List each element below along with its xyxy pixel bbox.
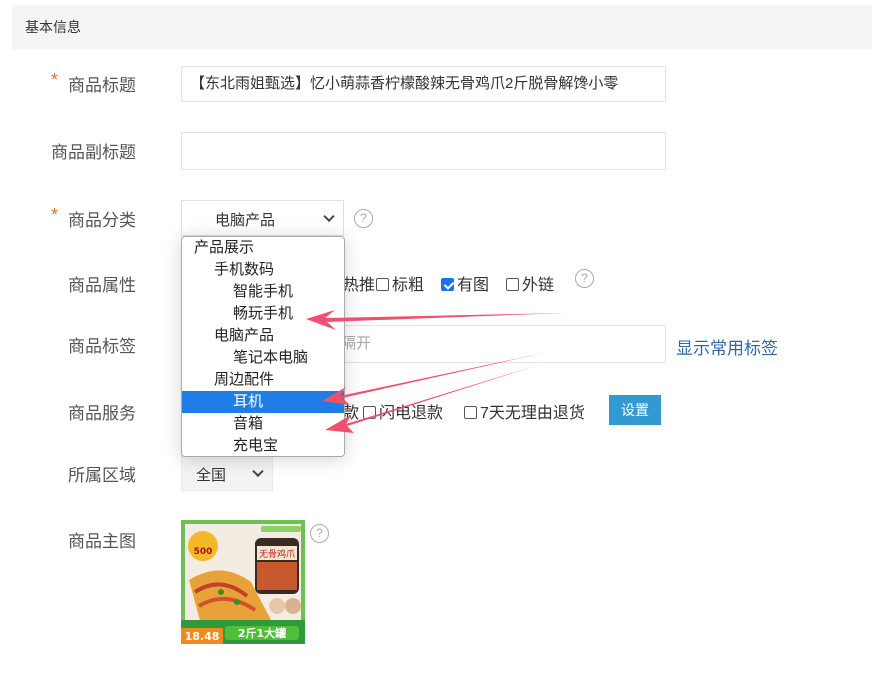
help-icon[interactable]: ? xyxy=(575,269,594,288)
dropdown-item-power-bank[interactable]: 充电宝 xyxy=(182,435,344,456)
dropdown-item-fun-phone[interactable]: 畅玩手机 xyxy=(182,303,344,325)
region-select[interactable]: 全国 xyxy=(181,455,273,491)
dropdown-item-product-showcase[interactable]: 产品展示 xyxy=(182,237,344,259)
dropdown-item-accessories[interactable]: 周边配件 xyxy=(182,369,344,391)
tags-label: 商品标签 xyxy=(68,337,136,356)
product-title-value: 【东北雨姐甄选】忆小萌蒜香柠檬酸辣无骨鸡爪2斤脱骨解馋小零 xyxy=(190,75,619,92)
service-flash-refund-text: 闪电退款 xyxy=(379,405,444,422)
dropdown-item-speaker[interactable]: 音箱 xyxy=(182,413,344,435)
checkbox-flash-refund[interactable] xyxy=(363,406,376,419)
category-select[interactable]: 电脑产品 xyxy=(181,200,344,236)
dropdown-item-smartphone[interactable]: 智能手机 xyxy=(182,281,344,303)
chevron-down-icon xyxy=(252,465,264,478)
product-subtitle-input[interactable] xyxy=(181,132,666,170)
service-7day-return-text: 7天无理由退货 xyxy=(480,405,585,422)
dropdown-item-laptop[interactable]: 笔记本电脑 xyxy=(182,347,344,369)
attr-option-bold[interactable]: 标粗 xyxy=(376,271,424,295)
required-mark-category: * xyxy=(51,205,59,225)
main-image-label: 商品主图 xyxy=(68,532,136,551)
product-title-input[interactable]: 【东北雨姐甄选】忆小萌蒜香柠檬酸辣无骨鸡爪2斤脱骨解馋小零 xyxy=(181,66,666,102)
attributes-label: 商品属性 xyxy=(68,276,136,295)
dropdown-item-computer-products[interactable]: 电脑产品 xyxy=(182,325,344,347)
category-selected-value: 电脑产品 xyxy=(215,212,276,229)
help-icon[interactable]: ? xyxy=(310,524,329,543)
show-common-tags-link[interactable]: 显示常用标签 xyxy=(676,334,778,359)
dropdown-item-mobile-digital[interactable]: 手机数码 xyxy=(182,259,344,281)
checkbox-bold[interactable] xyxy=(376,278,389,291)
tags-placeholder: 隔开 xyxy=(341,335,372,352)
region-selected-value: 全国 xyxy=(196,467,227,484)
attr-bold-text: 标粗 xyxy=(392,277,425,294)
services-label: 商品服务 xyxy=(68,404,136,423)
jar-label-text: 无骨鸡爪 xyxy=(259,548,295,560)
attr-option-image[interactable]: 有图 xyxy=(441,271,489,295)
section-header: 基本信息 xyxy=(12,5,872,49)
service-partial-text: 款 xyxy=(343,405,360,422)
banner-text: 2斤1大罐 xyxy=(238,626,286,640)
product-title-label: 商品标题 xyxy=(68,76,136,95)
required-mark-title: * xyxy=(51,70,59,90)
checkbox-link[interactable] xyxy=(506,278,519,291)
category-dropdown-menu[interactable]: 产品展示 手机数码 智能手机 畅玩手机 电脑产品 笔记本电脑 周边配件 耳机 音… xyxy=(181,236,345,457)
attr-hot-text: 热推 xyxy=(343,277,376,294)
checkbox-image[interactable] xyxy=(441,278,454,291)
attr-link-text: 外链 xyxy=(522,277,555,294)
checkbox-7day-return[interactable] xyxy=(464,406,477,419)
attr-option-link[interactable]: 外链 xyxy=(506,271,554,295)
dropdown-item-earphones[interactable]: 耳机 xyxy=(182,391,344,413)
attr-option-hot[interactable]: 热推 xyxy=(343,271,375,295)
region-label: 所属区域 xyxy=(68,466,136,485)
category-label: 商品分类 xyxy=(68,211,136,230)
settings-button[interactable]: 设置 xyxy=(609,395,661,425)
service-option-7day-return[interactable]: 7天无理由退货 xyxy=(464,399,585,423)
help-icon[interactable]: ? xyxy=(354,209,373,228)
product-image[interactable]: 无骨鸡爪 500 18.48 2斤1大罐 xyxy=(181,520,305,644)
price-text: 18.48 xyxy=(185,630,220,643)
chevron-down-icon xyxy=(323,210,335,223)
badge-number-text: 500 xyxy=(194,547,213,557)
product-image-art: 无骨鸡爪 500 18.48 2斤1大罐 xyxy=(181,520,305,644)
product-subtitle-label: 商品副标题 xyxy=(51,143,136,162)
attr-image-text: 有图 xyxy=(457,277,490,294)
section-title: 基本信息 xyxy=(25,19,81,35)
service-option-flash-refund[interactable]: 闪电退款 xyxy=(363,399,443,423)
